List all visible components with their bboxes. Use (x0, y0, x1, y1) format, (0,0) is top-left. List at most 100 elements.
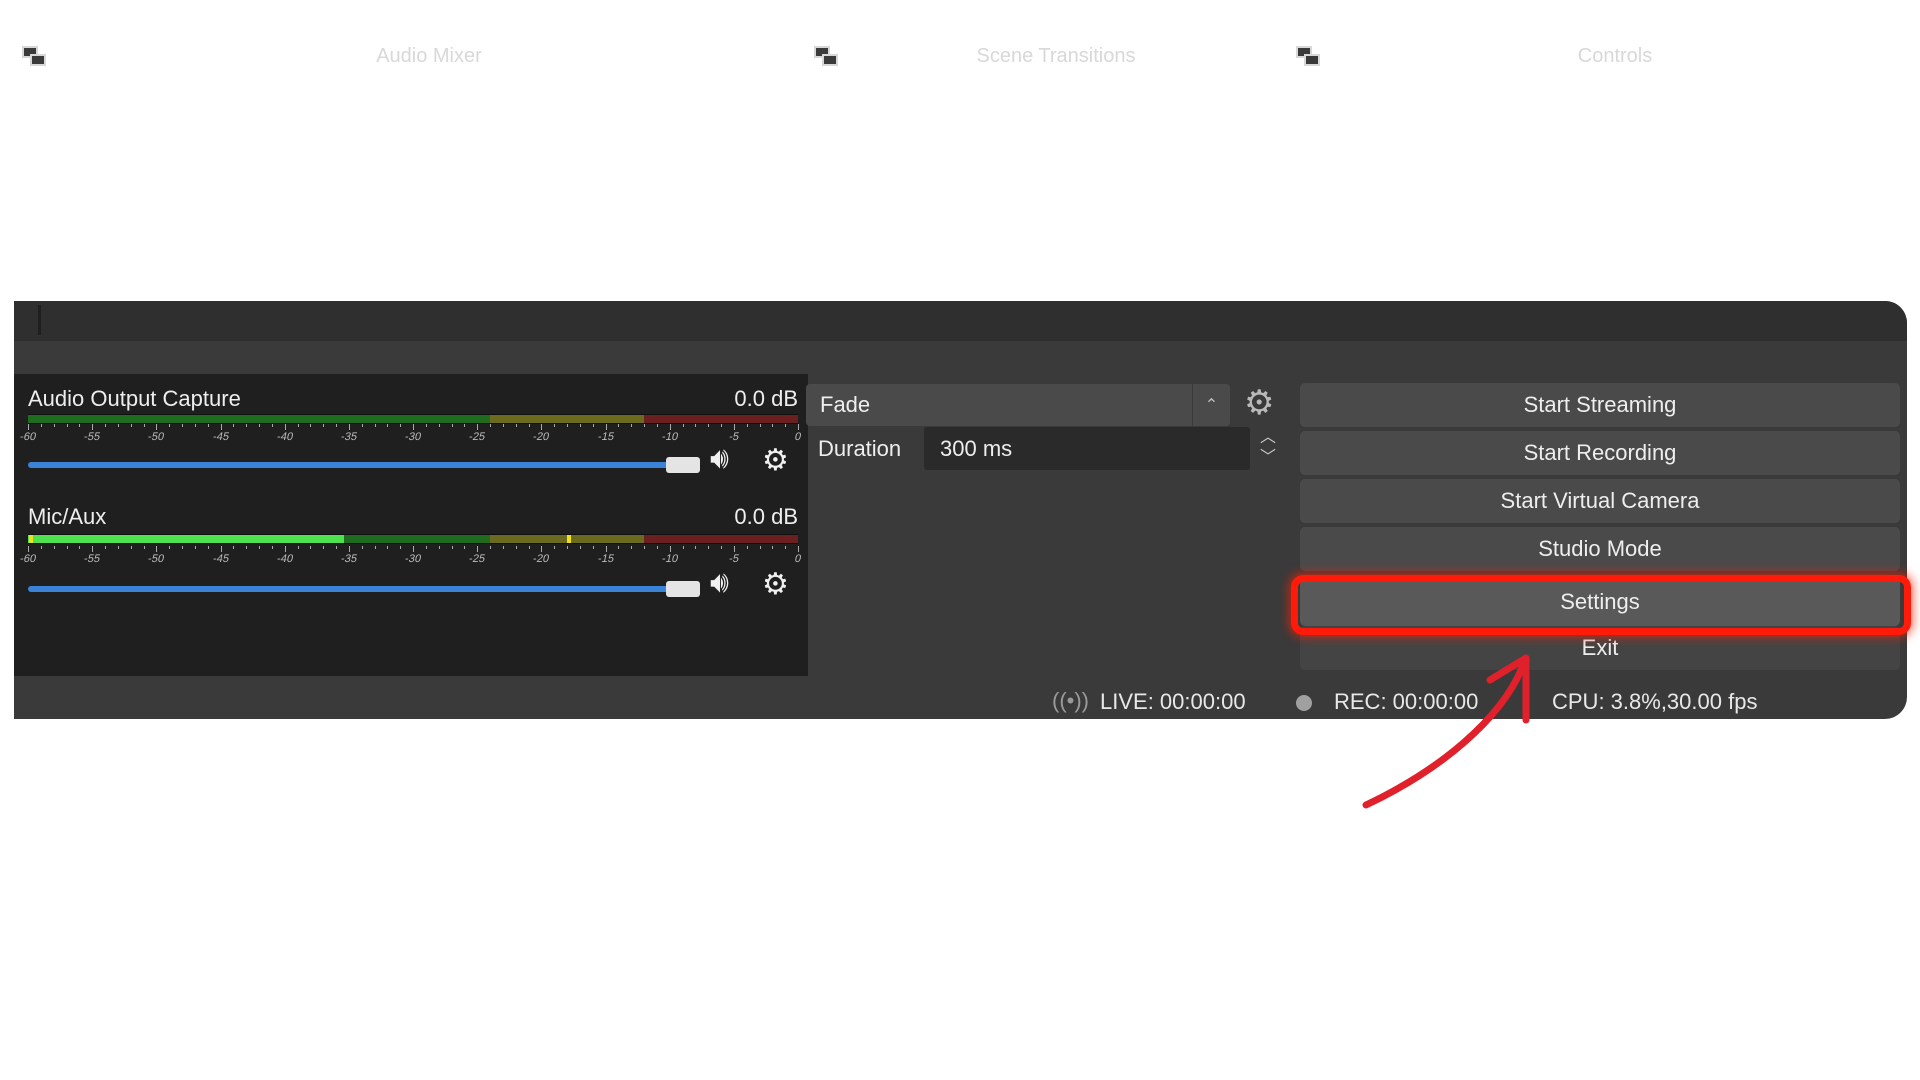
scale-tick (105, 546, 106, 549)
scale-label: -40 (275, 553, 294, 565)
gear-icon[interactable]: ⚙ (762, 446, 789, 476)
scale-tick (490, 546, 491, 549)
scale-tick (310, 424, 312, 427)
scale-tick (323, 424, 325, 427)
scale-label: -10 (660, 553, 679, 565)
scale-tick (490, 424, 491, 427)
scale-tick (92, 424, 94, 430)
source-db: 0.0 dB (734, 504, 798, 529)
scale-tick (464, 424, 466, 427)
scale-tick (194, 424, 196, 427)
scale-tick (669, 424, 671, 430)
scale-tick (387, 424, 389, 427)
scale-tick (631, 546, 633, 549)
scale-tick (605, 546, 607, 552)
scale-tick (567, 546, 568, 549)
scale-label: 0 (793, 553, 803, 565)
live-timer: LIVE: 00:00:00 (1100, 689, 1246, 714)
scale-label: -5 (727, 431, 740, 443)
scale-tick (477, 424, 479, 430)
volume-slider-handle[interactable] (666, 457, 700, 473)
scale-tick (798, 424, 799, 430)
scale-label: 0 (793, 431, 803, 443)
start-recording-button[interactable]: Start Recording (1300, 431, 1900, 475)
volume-slider[interactable] (28, 462, 698, 468)
scale-tick (297, 546, 299, 549)
scale-tick (708, 424, 710, 427)
scale-tick (374, 424, 376, 427)
scale-tick (644, 546, 645, 549)
scale-tick (271, 546, 273, 549)
volume-slider-handle[interactable] (666, 581, 700, 597)
studio-mode-button[interactable]: Studio Mode (1300, 527, 1900, 571)
scene-transitions-title: Scene Transitions (976, 44, 1136, 67)
scale-tick (746, 546, 748, 549)
speaker-icon[interactable]: 🔊︎ (710, 568, 729, 598)
scale-tick (618, 424, 620, 427)
scale-tick (361, 424, 363, 427)
scale-tick (207, 424, 209, 427)
scale-tick (336, 424, 337, 427)
scale-tick (592, 424, 594, 427)
volume-meter (28, 414, 798, 424)
scale-tick (656, 424, 658, 427)
scale-tick (361, 546, 363, 549)
duration-field[interactable]: 300 ms (924, 427, 1250, 470)
scale-tick (759, 424, 761, 427)
scale-tick (515, 546, 517, 549)
scale-tick (721, 546, 722, 549)
scale-tick (130, 424, 132, 427)
scale-tick (156, 424, 158, 430)
scale-tick (143, 546, 145, 549)
scale-label: -60 (18, 431, 38, 443)
scale-tick (66, 546, 68, 549)
meter-scale: -60 -55 -50 -45 -40 -35 -30 -25 -20 -15 -10 -5 0 (19, 546, 802, 566)
scale-tick (220, 424, 222, 430)
scale-tick (644, 424, 645, 427)
gear-icon[interactable]: ⚙ (1244, 386, 1274, 420)
scale-tick (579, 424, 581, 427)
scale-label: -20 (532, 553, 551, 565)
duration-label: Duration (818, 436, 902, 461)
scale-tick (733, 424, 735, 430)
scale-tick (130, 546, 132, 549)
scale-label: -45 (211, 431, 230, 443)
scale-label: -50 (147, 553, 166, 565)
scale-label: -15 (596, 553, 615, 565)
scale-tick (400, 424, 402, 427)
transition-select[interactable]: Fade ⌃ (806, 384, 1230, 426)
scale-tick (528, 546, 530, 549)
scale-tick (40, 424, 42, 427)
scale-label: -5 (727, 553, 740, 565)
scale-tick (721, 424, 722, 427)
scale-tick (605, 424, 607, 430)
scale-tick (143, 424, 145, 427)
audio-mixer-title: Audio Mixer (376, 44, 482, 67)
speaker-icon[interactable]: 🔊︎ (710, 444, 729, 474)
duration-stepper[interactable]: ︿ ﹀ (1254, 428, 1282, 470)
scale-tick (502, 424, 504, 427)
scale-tick (374, 546, 376, 549)
scale-label: -55 (82, 553, 102, 565)
scale-tick (79, 546, 81, 549)
scale-tick (554, 546, 556, 549)
scale-tick (759, 546, 761, 549)
scale-tick (117, 424, 119, 427)
scale-tick (592, 546, 594, 549)
scale-tick (554, 424, 556, 427)
scale-tick (66, 424, 68, 427)
scale-tick (233, 546, 235, 549)
start-streaming-button[interactable]: Start Streaming (1300, 383, 1900, 427)
scale-tick (438, 546, 440, 549)
start-virtual-camera-button[interactable]: Start Virtual Camera (1300, 479, 1900, 523)
scale-tick (182, 424, 183, 427)
scale-tick (695, 546, 697, 549)
volume-slider[interactable] (28, 586, 698, 592)
gear-icon[interactable]: ⚙ (762, 570, 789, 600)
scale-tick (438, 424, 440, 427)
scale-tick (541, 424, 543, 430)
scale-tick (259, 424, 260, 427)
scale-tick (194, 546, 196, 549)
scale-tick (207, 546, 209, 549)
controls-title: Controls (1577, 44, 1653, 67)
